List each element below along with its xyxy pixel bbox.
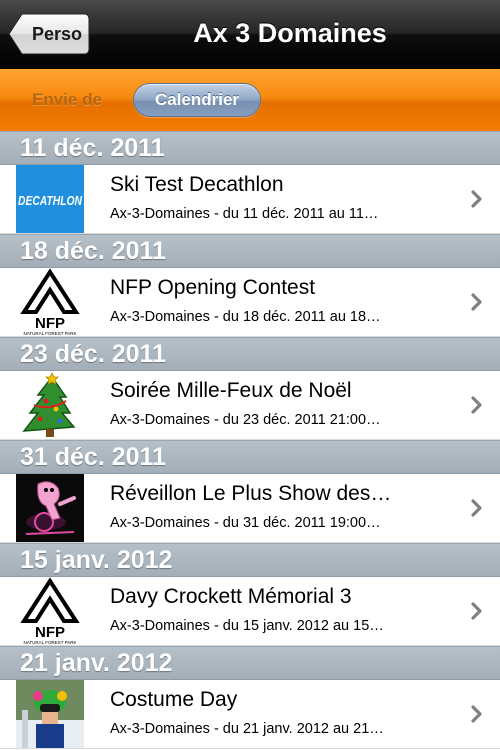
back-button[interactable]: Perso	[8, 13, 90, 55]
nfp-logo-caption: NATURAL FOREST PARK	[23, 640, 76, 645]
event-title: Costume Day	[110, 688, 238, 711]
segment-envie-de[interactable]: Envie de	[32, 69, 102, 131]
costume-photo-thumbnail	[16, 680, 84, 748]
chevron-right-icon	[471, 293, 482, 311]
nfp-logo-thumbnail: NFP NATURAL FOREST PARK	[16, 577, 84, 645]
nfp-logo-caption: NATURAL FOREST PARK	[23, 331, 76, 336]
decathlon-logo-text: DECATHLON	[18, 193, 82, 208]
nfp-logo-thumbnail: NFP NATURAL FOREST PARK	[16, 268, 84, 336]
event-title: Ski Test Decathlon	[110, 173, 284, 196]
event-subtitle: Ax-3-Domaines - du 15 janv. 2012 au 15…	[110, 618, 384, 634]
event-title: NFP Opening Contest	[110, 276, 316, 299]
event-subtitle: Ax-3-Domaines - du 23 déc. 2011 21:00…	[110, 412, 381, 428]
event-subtitle: Ax-3-Domaines - du 11 déc. 2011 au 11…	[110, 206, 379, 222]
nfp-logo-text: NFP	[35, 315, 65, 332]
chevron-right-icon	[471, 705, 482, 723]
section-header: 15 janv. 2012	[0, 543, 500, 577]
christmas-tree-thumbnail	[16, 371, 84, 439]
navigation-bar: Perso Ax 3 Domaines	[0, 0, 500, 69]
event-row[interactable]: Réveillon Le Plus Show des… Ax-3-Domaine…	[0, 474, 500, 543]
section-header: 21 janv. 2012	[0, 646, 500, 680]
event-title: Soirée Mille-Feux de Noël	[110, 379, 352, 402]
section-header: 31 déc. 2011	[0, 440, 500, 474]
event-title: Davy Crockett Mémorial 3	[110, 585, 352, 608]
event-list: 11 déc. 2011 DECATHLON Ski Test Decathlo…	[0, 131, 500, 749]
event-row[interactable]: DECATHLON Ski Test Decathlon Ax-3-Domain…	[0, 165, 500, 234]
pink-panther-thumbnail	[16, 474, 84, 542]
section-header: 18 déc. 2011	[0, 234, 500, 268]
section-header: 23 déc. 2011	[0, 337, 500, 371]
event-row[interactable]: Costume Day Ax-3-Domaines - du 21 janv. …	[0, 680, 500, 749]
event-row[interactable]: NFP NATURAL FOREST PARK NFP Opening Cont…	[0, 268, 500, 337]
segment-calendrier[interactable]: Calendrier	[133, 83, 261, 117]
event-row[interactable]: NFP NATURAL FOREST PARK Davy Crockett Mé…	[0, 577, 500, 646]
chevron-right-icon	[471, 190, 482, 208]
section-header: 11 déc. 2011	[0, 131, 500, 165]
chevron-right-icon	[471, 602, 482, 620]
event-row[interactable]: Soirée Mille-Feux de Noël Ax-3-Domaines …	[0, 371, 500, 440]
chevron-right-icon	[471, 396, 482, 414]
back-button-label: Perso	[32, 24, 83, 44]
page-title: Ax 3 Domaines	[193, 18, 387, 48]
nfp-logo-text: NFP	[35, 624, 65, 641]
event-subtitle: Ax-3-Domaines - du 21 janv. 2012 au 21…	[110, 721, 384, 737]
event-subtitle: Ax-3-Domaines - du 31 déc. 2011 19:00…	[110, 515, 381, 531]
event-subtitle: Ax-3-Domaines - du 18 déc. 2011 au 18…	[110, 309, 381, 325]
segment-bar: Envie de Calendrier	[0, 69, 500, 131]
event-title: Réveillon Le Plus Show des…	[110, 482, 392, 505]
decathlon-logo-thumbnail: DECATHLON	[16, 165, 84, 233]
chevron-right-icon	[471, 499, 482, 517]
